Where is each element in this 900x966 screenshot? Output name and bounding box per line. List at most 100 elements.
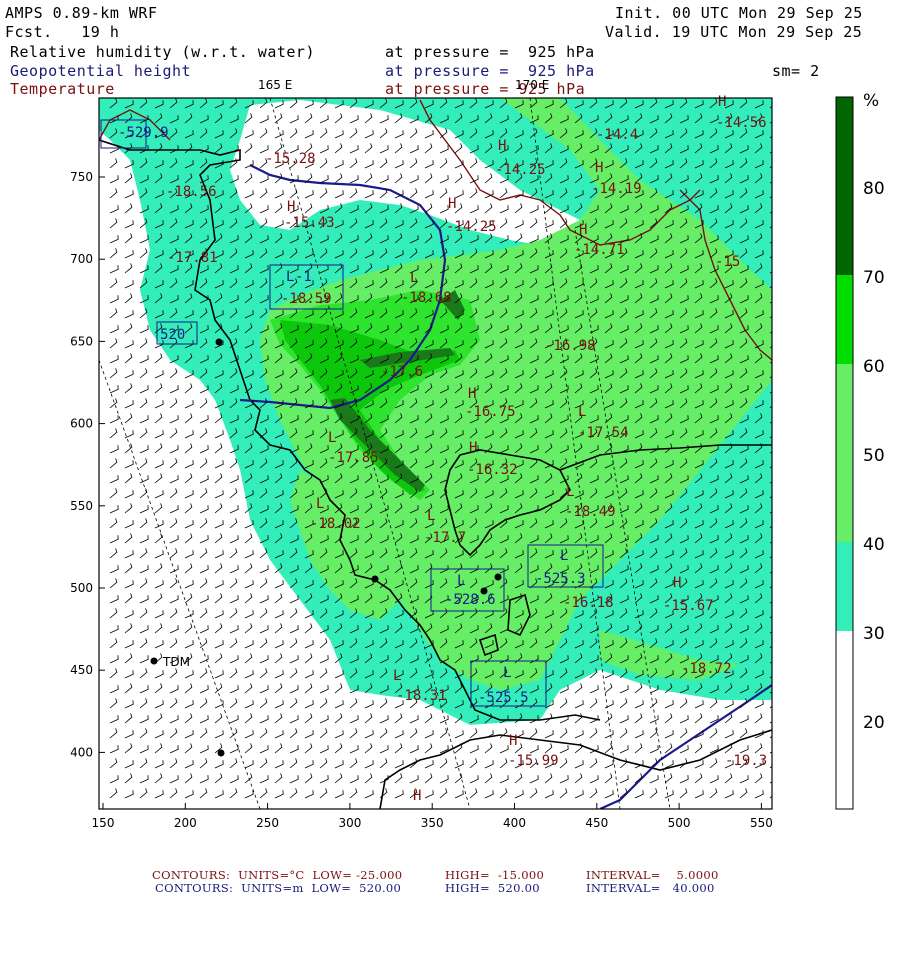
footer-temp-high: HIGH= -15.000 [445, 868, 545, 882]
height-value: -525.3 [535, 571, 586, 587]
x-tick-label: 200 [174, 816, 197, 830]
footer-temp-interval: INTERVAL= 5.0000 [586, 868, 719, 882]
footer-height-interval: INTERVAL= 40.000 [586, 881, 715, 895]
temp-value: -14.19 [591, 181, 642, 197]
temp-value: -16.32 [467, 462, 518, 478]
x-tick-label: 400 [503, 816, 526, 830]
footer-height-high: HIGH= 520.00 [445, 881, 540, 895]
high-marker: H [413, 788, 421, 804]
temp-value: -18.02 [310, 516, 361, 532]
temp-value: -14.25 [495, 162, 546, 178]
colorbar-unit: % [863, 91, 879, 111]
height-value: -525.5 [478, 690, 529, 706]
low-marker: L [410, 270, 418, 286]
y-tick-label: 600 [70, 417, 93, 431]
y-tick-label: 750 [70, 170, 93, 184]
temp-value: -17.54 [578, 425, 629, 441]
colorbar-swatch-80 [836, 97, 853, 186]
footer-height-contours: CONTOURS: UNITS=m LOW= 520.00 [155, 881, 402, 895]
high-marker: H [718, 94, 726, 110]
colorbar-swatch-30 [836, 542, 853, 631]
height-value: 520 [160, 327, 185, 343]
temp-value: -18.68 [401, 290, 452, 306]
temp-value: -17.81 [167, 250, 218, 266]
temp-value: -14.71 [574, 242, 625, 258]
temp-value: -14.56 [716, 115, 767, 131]
high-marker: H [448, 196, 456, 212]
low-marker: L [427, 508, 435, 524]
y-tick-label: 550 [70, 499, 93, 513]
low-marker: L [328, 430, 336, 446]
height-low: L [560, 548, 568, 564]
colorbar-tick: 80 [863, 179, 885, 199]
temp-value: -16.75 [465, 404, 516, 420]
height-low: L [286, 269, 294, 285]
high-marker: H [498, 138, 506, 154]
temp-value: -15.43 [284, 215, 335, 231]
low-marker: L [566, 484, 574, 500]
temp-value: -19.3 [725, 753, 767, 769]
station-dot [217, 749, 225, 757]
y-tick-label: 650 [70, 334, 93, 348]
colorbar-tick: 60 [863, 357, 885, 377]
x-tick-label: 250 [256, 816, 279, 830]
y-tick-label: 400 [70, 745, 93, 759]
colorbar-tick: 40 [863, 535, 885, 555]
x-tick-label: 550 [750, 816, 773, 830]
high-marker: H [509, 733, 517, 749]
temp-value: -15 [715, 254, 740, 270]
colorbar-tick: 50 [863, 446, 885, 466]
station-dot-tdm [150, 657, 158, 665]
footer-temp-contours: CONTOURS: UNITS=°C LOW= -25.000 [152, 868, 403, 882]
temp-value: -17.6 [381, 364, 423, 380]
temp-value: -16.98 [545, 338, 596, 354]
temp-value: -15.99 [508, 753, 559, 769]
station-dot [371, 575, 379, 583]
temp-value: -14.4 [596, 127, 638, 143]
temp-value: -15.28 [265, 151, 316, 167]
longitude-label-165e: 165 E [258, 78, 292, 92]
temp-value: -17.7 [424, 530, 466, 546]
high-marker: H [595, 160, 603, 176]
footer: CONTOURS: UNITS=°C LOW= -25.000 HIGH= -1… [0, 868, 900, 900]
temp-value: -18.49 [565, 504, 616, 520]
height-low: L [503, 665, 511, 681]
high-marker: H [469, 440, 477, 456]
low-marker: L [578, 404, 586, 420]
temp-value: -15.67 [663, 598, 714, 614]
colorbar-tick: 30 [863, 624, 885, 644]
temp-value: -14.25 [446, 219, 497, 235]
colorbar-swatch-60 [836, 275, 853, 364]
station-dot [494, 573, 502, 581]
height-value: -529.9 [118, 125, 169, 141]
temp-value: -17.85 [328, 450, 379, 466]
temp-value: -16.18 [563, 595, 614, 611]
x-tick-label: 500 [668, 816, 691, 830]
x-tick-label: 300 [338, 816, 361, 830]
y-tick-label: 500 [70, 581, 93, 595]
weather-map: TDM 520 L -1 L -528.6 L -525.3 L -525.5 … [70, 78, 885, 830]
temp-value: -18.56 [166, 184, 217, 200]
high-marker: H [579, 222, 587, 238]
colorbar-swatch-20 [836, 631, 853, 809]
high-marker: H [468, 386, 476, 402]
x-tick-label: 450 [585, 816, 608, 830]
height-value: -1 [295, 269, 312, 285]
station-dot [215, 338, 223, 346]
y-tick-label: 700 [70, 252, 93, 266]
low-marker: L [316, 496, 324, 512]
longitude-label-170e: 170 E [515, 78, 549, 92]
x-tick-label: 350 [421, 816, 444, 830]
temp-value: -18.31 [396, 688, 447, 704]
low-marker: L [393, 668, 401, 684]
x-tick-label: 150 [92, 816, 115, 830]
colorbar: % 80 70 60 50 40 30 20 [835, 91, 885, 810]
high-marker: H [673, 575, 681, 591]
colorbar-swatch-40 [836, 453, 853, 542]
height-value: -528.6 [445, 592, 496, 608]
colorbar-tick: 70 [863, 268, 885, 288]
colorbar-tick: 20 [863, 713, 885, 733]
y-tick-label: 450 [70, 663, 93, 677]
temp-value: -18.72 [681, 661, 732, 677]
station-label-tdm: TDM [162, 655, 190, 669]
